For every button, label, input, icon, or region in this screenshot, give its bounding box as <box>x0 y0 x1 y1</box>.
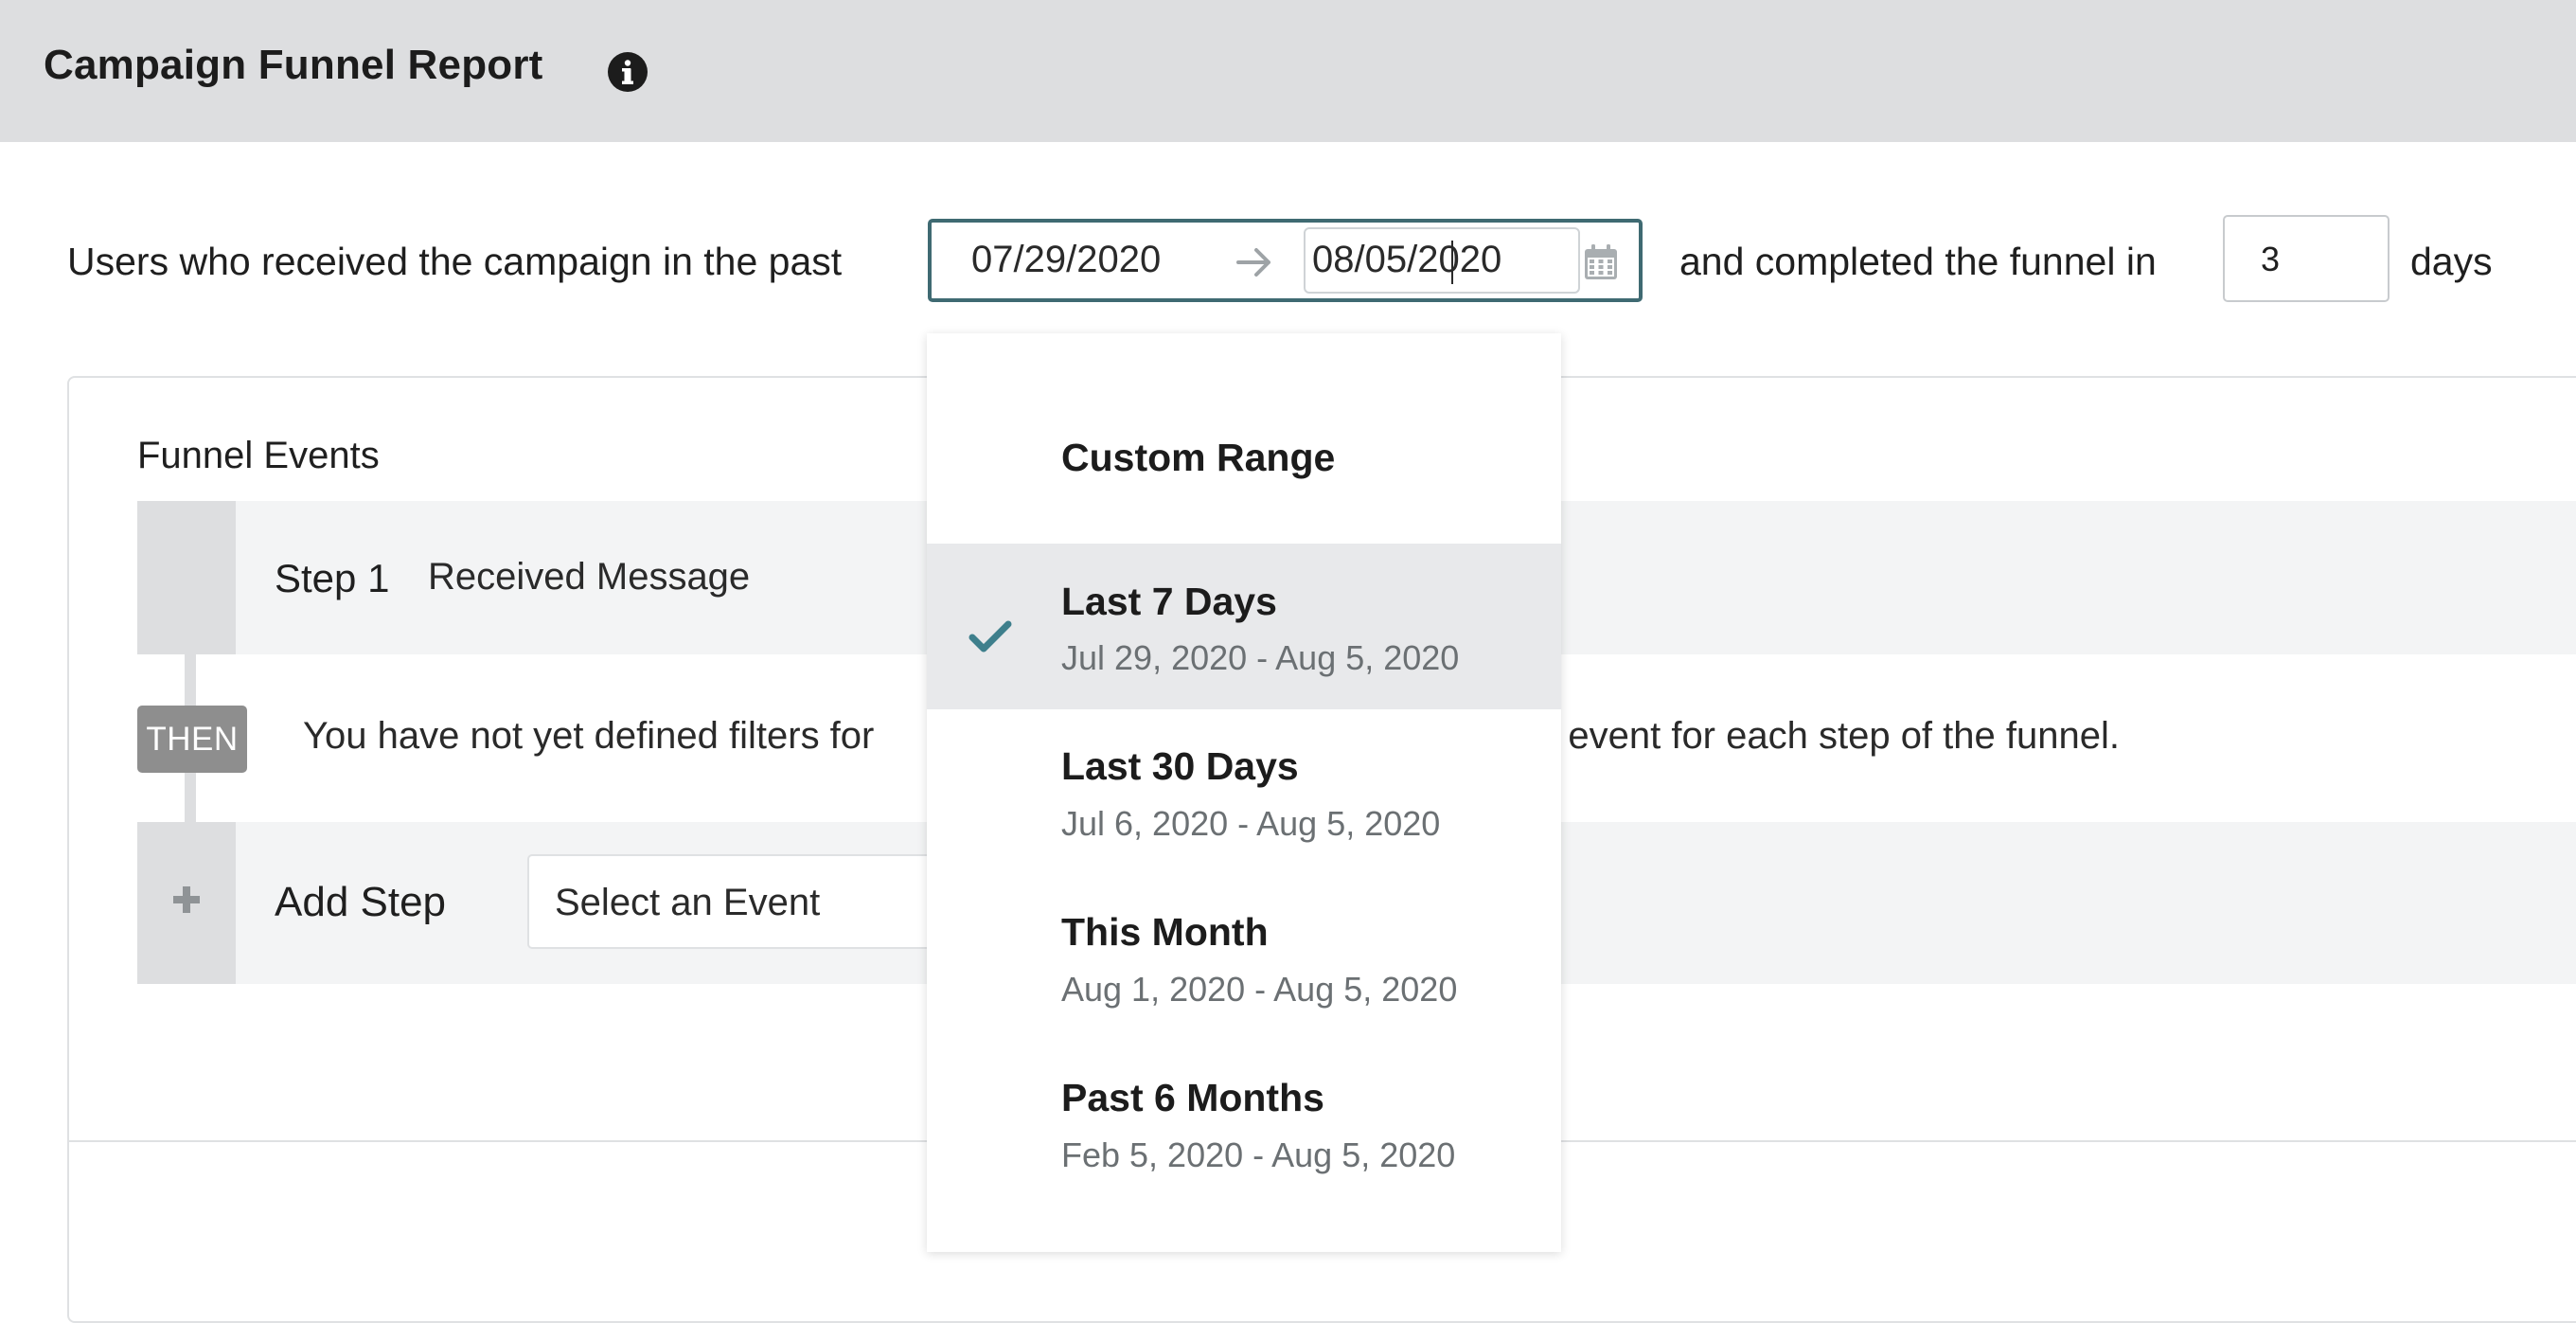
arrow-right-icon <box>1236 248 1270 277</box>
option-range: Feb 5, 2020 - Aug 5, 2020 <box>1061 1135 1456 1174</box>
option-range: Jul 6, 2020 - Aug 5, 2020 <box>1061 804 1441 843</box>
option-title: Custom Range <box>1061 436 1336 479</box>
add-step-label: Add Step <box>275 879 447 925</box>
option-title: This Month <box>1061 910 1269 954</box>
option-title: Past 6 Months <box>1061 1076 1324 1119</box>
page-title: Campaign Funnel Report <box>44 42 543 88</box>
date-range-dropdown: Custom Range Last 7 Days Jul 29, 2020 - … <box>927 333 1561 1252</box>
option-title: Last 30 Days <box>1061 744 1299 788</box>
then-message-left: You have not yet defined filters for <box>303 715 875 757</box>
filter-prefix-text: Users who received the campaign in the p… <box>67 240 843 283</box>
option-custom-range[interactable]: Custom Range <box>927 333 1561 544</box>
then-badge: THEN <box>137 706 247 773</box>
calendar-icon[interactable] <box>1583 243 1619 281</box>
filter-suffix-text: days <box>2410 240 2493 283</box>
end-date-input[interactable]: 08/05/2020 <box>1304 227 1580 294</box>
filter-middle-text: and completed the funnel in <box>1679 240 2157 283</box>
step-event-name: Received Message <box>428 556 751 598</box>
info-icon[interactable] <box>607 51 648 93</box>
checkmark-icon <box>968 620 1012 653</box>
add-step-handle[interactable] <box>137 822 236 984</box>
days-input[interactable]: 3 <box>2223 215 2389 302</box>
option-this-month[interactable]: This Month Aug 1, 2020 - Aug 5, 2020 <box>927 875 1561 1041</box>
plus-icon[interactable] <box>171 885 202 915</box>
option-range: Jul 29, 2020 - Aug 5, 2020 <box>1061 638 1460 677</box>
option-last-7-days[interactable]: Last 7 Days Jul 29, 2020 - Aug 5, 2020 <box>927 544 1561 709</box>
funnel-events-label: Funnel Events <box>137 435 380 476</box>
days-value: 3 <box>2261 240 2281 278</box>
option-range: Aug 1, 2020 - Aug 5, 2020 <box>1061 970 1458 1009</box>
date-range-picker[interactable]: 07/29/2020 08/05/2020 <box>928 219 1643 302</box>
report-header: Campaign Funnel Report <box>0 0 2576 142</box>
then-message-right: n event for each step of the funnel. <box>1537 715 2120 757</box>
event-select-placeholder: Select an Event <box>555 882 821 923</box>
text-cursor <box>1451 241 1453 284</box>
event-select[interactable]: Select an Event <box>527 854 982 949</box>
option-title: Last 7 Days <box>1061 580 1277 623</box>
end-date-field: 08/05/2020 <box>1312 239 1502 280</box>
option-last-30-days[interactable]: Last 30 Days Jul 6, 2020 - Aug 5, 2020 <box>927 709 1561 875</box>
start-date-field[interactable]: 07/29/2020 <box>971 239 1161 281</box>
step-number: Step 1 <box>275 556 390 600</box>
option-past-6-months[interactable]: Past 6 Months Feb 5, 2020 - Aug 5, 2020 <box>927 1041 1561 1230</box>
drag-handle[interactable] <box>137 501 236 654</box>
